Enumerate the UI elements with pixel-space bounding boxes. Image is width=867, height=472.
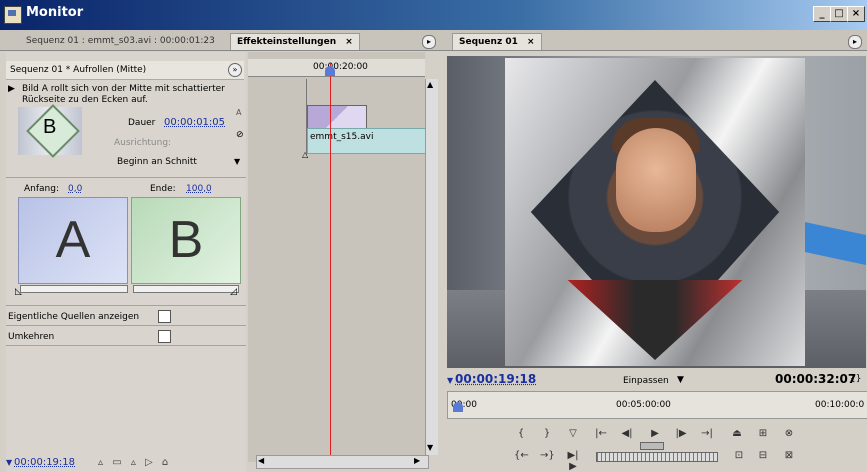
zoom-controls-icon[interactable]: ▵ ▭ ▵ ▷ ⌂ xyxy=(98,457,171,468)
program-duration: 00:00:32:07 xyxy=(775,372,856,386)
window-title: Monitor xyxy=(26,5,83,20)
chevron-down-icon[interactable]: ▼ xyxy=(234,157,240,166)
thumb-letter: B xyxy=(43,116,56,139)
step-back-icon[interactable]: ◀| xyxy=(620,428,634,439)
end-slider-handle-icon[interactable]: ◿ xyxy=(230,287,237,297)
duration-label: Dauer xyxy=(128,118,155,128)
jog-shuttle[interactable] xyxy=(596,452,718,462)
tab-effect-settings-label: Effekteinstellungen xyxy=(237,37,336,47)
tab-source[interactable]: Sequenz 01 : emmt_s03.avi : 00:00:01:23 xyxy=(20,33,221,49)
play-in-to-out-icon[interactable]: ▶|▶ xyxy=(566,450,580,472)
chevron-down-icon[interactable]: ▼ xyxy=(677,375,684,385)
divider xyxy=(6,177,246,178)
in-out-icon: {} xyxy=(850,374,861,384)
tab-program-sequence[interactable]: Sequenz 01 × xyxy=(452,33,542,50)
start-slider-handle-icon[interactable]: ◺ xyxy=(15,287,22,297)
export-frame-icon[interactable]: ⊠ xyxy=(782,450,796,461)
program-playhead-icon[interactable] xyxy=(453,402,463,412)
mark-out-icon[interactable]: } xyxy=(540,428,554,439)
show-sources-checkbox[interactable] xyxy=(158,310,171,323)
minimize-button[interactable]: _ xyxy=(813,6,831,22)
playhead-handle-icon[interactable] xyxy=(325,66,335,76)
trim-icon[interactable]: ⊡ xyxy=(732,450,746,461)
timecode-marker-icon: ▼ xyxy=(447,376,453,385)
reverse-label: Umkehren xyxy=(8,332,54,342)
mark-in-icon[interactable]: { xyxy=(514,428,528,439)
divider xyxy=(6,305,246,306)
clip-name: emmt_s15.avi xyxy=(310,132,373,142)
close-window-button[interactable]: × xyxy=(847,6,865,22)
program-current-timecode[interactable]: 00:00:19:18 xyxy=(455,372,536,386)
reset-icon[interactable]: ⊘ xyxy=(236,130,244,140)
maximize-button[interactable]: □ xyxy=(830,6,848,22)
safe-margins-icon[interactable]: ⊞ xyxy=(756,428,770,439)
step-forward-icon[interactable]: |▶ xyxy=(674,428,688,439)
go-to-out-icon[interactable]: →| xyxy=(700,428,714,439)
timecode-marker-icon: ▼ xyxy=(6,458,12,467)
scroll-left-icon[interactable]: ◀ xyxy=(258,456,264,465)
play-icon[interactable]: ▶ xyxy=(648,428,662,439)
extract-icon[interactable]: ⊟ xyxy=(756,450,770,461)
go-to-previous-edit-icon[interactable]: {← xyxy=(514,450,528,461)
go-to-in-icon[interactable]: |← xyxy=(594,428,608,439)
start-slider[interactable] xyxy=(20,285,128,293)
ruler-mid: 00:05:00:00 xyxy=(616,400,671,410)
alignment-dropdown[interactable]: Beginn an Schnitt xyxy=(117,157,197,167)
preview-b: B xyxy=(131,197,241,284)
duration-value[interactable]: 00:00:01:05 xyxy=(164,117,225,128)
preview-a: A xyxy=(18,197,128,284)
start-value[interactable]: 0,0 xyxy=(68,184,82,194)
divider xyxy=(6,345,246,346)
program-menu-icon[interactable]: ▸ xyxy=(848,35,862,49)
horizontal-scrollbar[interactable] xyxy=(256,455,429,469)
scroll-up-icon[interactable]: ▲ xyxy=(427,80,433,89)
timeline-ruler-time: 00:00:20:00 xyxy=(313,62,368,72)
scroll-down-icon[interactable]: ▼ xyxy=(427,443,433,452)
output-icon[interactable]: ⊗ xyxy=(782,428,796,439)
scroll-right-icon[interactable]: ▶ xyxy=(414,456,420,465)
alignment-marker-icon: △ xyxy=(302,150,308,159)
play-preview-icon[interactable]: ▶ xyxy=(8,84,15,94)
effect-description-2: Rückseite zu den Ecken auf. xyxy=(22,95,148,105)
divider xyxy=(6,325,246,326)
panel-menu-icon[interactable]: ▸ xyxy=(422,35,436,49)
fit-dropdown[interactable]: Einpassen xyxy=(623,376,669,386)
double-arrow-icon[interactable]: » xyxy=(228,63,242,77)
close-tab-icon[interactable]: × xyxy=(527,37,535,47)
playhead-line[interactable] xyxy=(330,63,331,455)
reverse-checkbox[interactable] xyxy=(158,330,171,343)
shuttle-slider[interactable] xyxy=(640,442,664,450)
end-slider[interactable] xyxy=(133,285,239,293)
vertical-scrollbar[interactable] xyxy=(425,79,438,455)
transition-clip[interactable] xyxy=(307,105,367,129)
marker-icon[interactable]: ▽ xyxy=(566,428,580,439)
go-to-next-edit-icon[interactable]: →} xyxy=(540,450,554,461)
effect-description-1: Bild A rollt sich von der Mitte mit scha… xyxy=(22,84,225,94)
close-tab-icon[interactable]: × xyxy=(345,37,353,47)
lift-icon[interactable]: ⏏ xyxy=(730,428,744,439)
effect-title: Sequenz 01 * Aufrollen (Mitte) xyxy=(10,65,146,75)
ruler-end: 00:10:00:0 xyxy=(815,400,864,410)
side-a-label: A xyxy=(236,108,241,117)
tab-effect-settings[interactable]: Effekteinstellungen × xyxy=(230,33,360,50)
show-sources-label: Eigentliche Quellen anzeigen xyxy=(8,312,139,322)
end-label: Ende: xyxy=(150,184,176,194)
video-face xyxy=(616,128,696,232)
effect-current-timecode[interactable]: 00:00:19:18 xyxy=(14,457,75,468)
app-icon xyxy=(4,6,22,24)
start-label: Anfang: xyxy=(24,184,59,194)
tab-program-label: Sequenz 01 xyxy=(459,37,518,47)
title-bar xyxy=(0,0,867,30)
alignment-label: Ausrichtung: xyxy=(114,138,171,148)
end-value[interactable]: 100,0 xyxy=(186,184,212,194)
